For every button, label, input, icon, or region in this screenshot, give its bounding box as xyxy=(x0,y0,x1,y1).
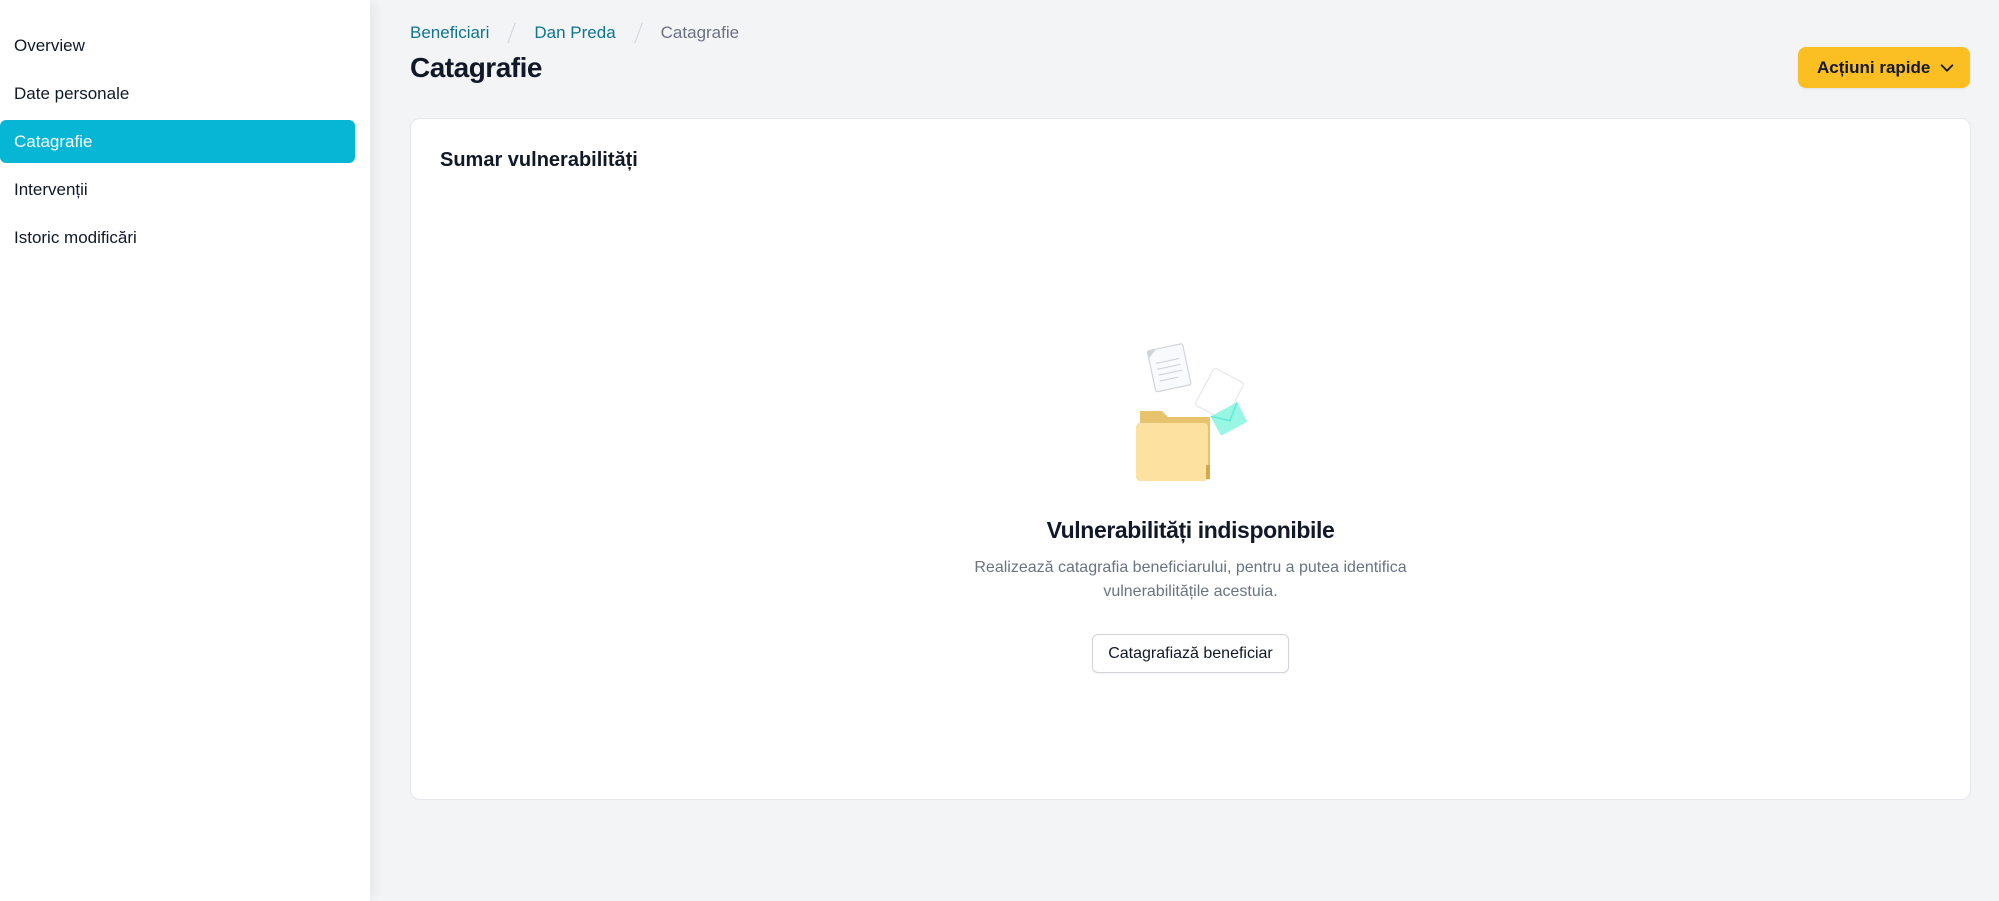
breadcrumb: Beneficiari Dan Preda Catagrafie xyxy=(410,22,739,44)
catagrafiaza-beneficiar-button[interactable]: Catagrafiază beneficiar xyxy=(1092,634,1289,673)
empty-state-title: Vulnerabilități indisponibile xyxy=(1046,517,1335,543)
vulnerability-summary-card: Sumar vulnerabilități Vulnerabilități in… xyxy=(410,118,1971,800)
page-title: Catagrafie xyxy=(410,52,542,83)
sidebar-item-label: Date personale xyxy=(14,83,130,103)
breadcrumb-separator xyxy=(633,22,643,44)
empty-state: Vulnerabilități indisponibile Realizează… xyxy=(411,339,1970,673)
sidebar-item-label: Intervenții xyxy=(14,179,88,199)
quick-actions-label: Acțiuni rapide xyxy=(1817,57,1931,77)
sidebar-item-catagrafie[interactable]: Catagrafie xyxy=(0,120,355,163)
sidebar-item-label: Overview xyxy=(14,35,85,55)
sidebar-item-istoric-modificari[interactable]: Istoric modificări xyxy=(0,216,355,259)
breadcrumb-current: Catagrafie xyxy=(660,23,740,42)
breadcrumb-link-beneficiari[interactable]: Beneficiari xyxy=(410,23,489,43)
quick-actions-button[interactable]: Acțiuni rapide xyxy=(1798,47,1970,88)
main-content: Beneficiari Dan Preda Catagrafie Catagra… xyxy=(370,0,1999,901)
app-root: Overview Date personale Catagrafie Inter… xyxy=(0,0,1999,901)
sidebar-item-overview[interactable]: Overview xyxy=(0,24,355,67)
sidebar-item-label: Istoric modificări xyxy=(14,227,137,247)
breadcrumb-separator xyxy=(507,22,517,44)
sidebar: Overview Date personale Catagrafie Inter… xyxy=(0,0,370,901)
sidebar-item-date-personale[interactable]: Date personale xyxy=(0,72,355,115)
chevron-down-icon xyxy=(1940,63,1954,72)
sidebar-item-interventii[interactable]: Intervenții xyxy=(0,168,355,211)
sidebar-item-label: Catagrafie xyxy=(14,131,93,151)
sidebar-nav: Overview Date personale Catagrafie Inter… xyxy=(0,24,370,259)
card-title: Sumar vulnerabilități xyxy=(440,149,638,171)
empty-folder-illustration xyxy=(1135,343,1247,481)
breadcrumb-link-beneficiary[interactable]: Dan Preda xyxy=(534,23,615,43)
empty-state-description: Realizează catagrafia beneficiarului, pe… xyxy=(974,559,1407,600)
